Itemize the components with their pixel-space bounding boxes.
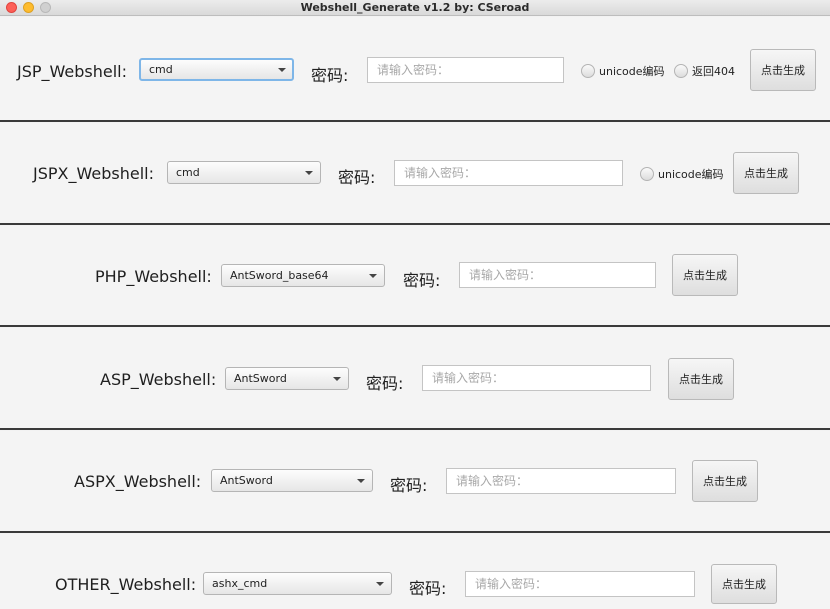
jspx-password-label: 密码: (338, 168, 376, 187)
asp-generate-button[interactable]: 点击生成 (668, 358, 734, 400)
radio-circle-icon (674, 64, 688, 78)
jspx-section: JSPX_Webshell: cmd 密码: unicode编码 点击生成 (0, 123, 830, 225)
jspx-generate-button[interactable]: 点击生成 (733, 152, 799, 194)
other-password-input[interactable] (465, 571, 695, 597)
jsp-generate-button[interactable]: 点击生成 (750, 49, 816, 91)
other-password-label: 密码: (409, 579, 447, 598)
jsp-unicode-label: unicode编码 (599, 65, 665, 78)
asp-password-input[interactable] (422, 365, 651, 391)
jspx-unicode-label: unicode编码 (658, 168, 724, 181)
chevron-down-icon (305, 171, 313, 175)
jsp-password-label: 密码: (311, 66, 349, 85)
aspx-type-select[interactable]: AntSword (211, 469, 373, 492)
jsp-return404-label: 返回404 (692, 65, 735, 78)
asp-section: ASP_Webshell: AntSword 密码: 点击生成 (0, 328, 830, 430)
jspx-label: JSPX_Webshell: (33, 164, 154, 183)
aspx-type-select-value: AntSword (220, 474, 273, 487)
window-title: Webshell_Generate v1.2 by: CSeroad (300, 1, 530, 14)
jspx-unicode-radio[interactable]: unicode编码 (640, 166, 724, 182)
other-section: OTHER_Webshell: ashx_cmd 密码: 点击生成 (0, 534, 830, 609)
asp-password-label: 密码: (366, 374, 404, 393)
jsp-section: JSP_Webshell: cmd 密码: unicode编码 返回404 点击… (0, 17, 830, 122)
php-type-select[interactable]: AntSword_base64 (221, 264, 385, 287)
php-password-label: 密码: (403, 271, 441, 290)
jsp-return404-radio[interactable]: 返回404 (674, 63, 735, 79)
asp-type-select[interactable]: AntSword (225, 367, 349, 390)
php-type-select-value: AntSword_base64 (230, 269, 329, 282)
chevron-down-icon (333, 377, 341, 381)
aspx-generate-button[interactable]: 点击生成 (692, 460, 758, 502)
aspx-password-label: 密码: (390, 476, 428, 495)
jsp-unicode-radio[interactable]: unicode编码 (581, 63, 665, 79)
aspx-password-input[interactable] (446, 468, 676, 494)
aspx-label: ASPX_Webshell: (74, 472, 202, 491)
aspx-section: ASPX_Webshell: AntSword 密码: 点击生成 (0, 431, 830, 533)
asp-label: ASP_Webshell: (100, 370, 217, 389)
chevron-down-icon (278, 68, 286, 72)
other-type-select-value: ashx_cmd (212, 577, 268, 590)
radio-circle-icon (581, 64, 595, 78)
jspx-type-select[interactable]: cmd (167, 161, 321, 184)
chevron-down-icon (357, 479, 365, 483)
other-type-select[interactable]: ashx_cmd (203, 572, 392, 595)
php-label: PHP_Webshell: (95, 267, 212, 286)
php-password-input[interactable] (459, 262, 656, 288)
jsp-type-select-value: cmd (149, 63, 173, 76)
jsp-type-select[interactable]: cmd (139, 58, 294, 81)
php-section: PHP_Webshell: AntSword_base64 密码: 点击生成 (0, 226, 830, 327)
php-generate-button[interactable]: 点击生成 (672, 254, 738, 296)
jspx-type-select-value: cmd (176, 166, 200, 179)
title-bar: Webshell_Generate v1.2 by: CSeroad (0, 0, 830, 16)
other-label: OTHER_Webshell: (55, 575, 197, 594)
other-generate-button[interactable]: 点击生成 (711, 564, 777, 604)
jsp-label: JSP_Webshell: (17, 62, 128, 81)
asp-type-select-value: AntSword (234, 372, 287, 385)
jsp-password-input[interactable] (367, 57, 564, 83)
jspx-password-input[interactable] (394, 160, 623, 186)
radio-circle-icon (640, 167, 654, 181)
chevron-down-icon (376, 582, 384, 586)
chevron-down-icon (369, 274, 377, 278)
